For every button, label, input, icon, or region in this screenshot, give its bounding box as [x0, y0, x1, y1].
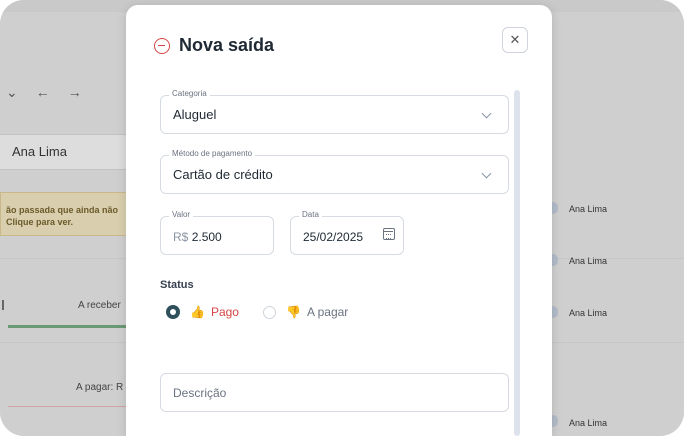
data-label: Data [299, 210, 322, 219]
metodo-pagamento-select[interactable]: Método de pagamento Cartão de crédito [160, 149, 509, 194]
descricao-input[interactable]: Descrição [160, 373, 509, 412]
warning-line-1: ão passada que ainda não [6, 205, 119, 215]
thumbs-up-icon: 👍 [190, 305, 205, 319]
minus-circle-icon [154, 37, 170, 54]
descricao-placeholder: Descrição [173, 386, 227, 400]
valor-input[interactable]: Valor R$ 2.500 [160, 210, 274, 255]
chevron-down-icon [481, 168, 492, 179]
person-name: Ana Lima [12, 144, 67, 159]
categoria-label: Categoria [169, 89, 210, 98]
thumbs-down-icon: 👎 [285, 305, 301, 319]
radio-pago[interactable] [166, 305, 180, 319]
metodo-label: Método de pagamento [169, 149, 256, 158]
warning-banner[interactable]: ão passada que ainda não Clique para ver… [0, 192, 128, 236]
receber-label: A receber [78, 300, 121, 311]
status-radio-group: 👍 Pago 👎 A pagar [166, 305, 348, 319]
warning-line-2: Clique para ver. [6, 217, 74, 227]
arrow-left-icon[interactable]: ← [36, 84, 50, 101]
side-person-name: Ana Lima [569, 308, 608, 318]
valor-label: Valor [169, 210, 194, 219]
new-expense-modal: Nova saída ✕ Categoria Aluguel Método de… [126, 5, 552, 436]
scrollbar[interactable] [514, 90, 520, 436]
side-person-name: Ana Lima [569, 256, 608, 266]
valor-value: R$ 2.500 [173, 230, 222, 244]
nav-arrows: ⌄ ← → [6, 84, 82, 101]
data-value: 25/02/2025 [303, 230, 364, 244]
side-person-name: Ana Lima [569, 204, 608, 214]
modal-title: Nova saída [179, 35, 275, 55]
person-selector[interactable]: Ana Lima [0, 134, 128, 170]
valor-amount: 2.500 [191, 230, 222, 244]
data-input[interactable]: Data 25/02/2025 [290, 210, 404, 255]
a-pagar-label[interactable]: A pagar [307, 305, 348, 319]
side-person-name: Ana Lima [569, 418, 608, 428]
metodo-value: Cartão de crédito [173, 167, 273, 182]
status-label: Status [160, 279, 194, 291]
pagar-label: A pagar: R [76, 382, 124, 393]
close-button[interactable]: ✕ [502, 27, 528, 53]
pagar-progress-bar [8, 406, 128, 407]
close-icon: ✕ [509, 32, 521, 47]
arrow-right-icon[interactable]: → [68, 84, 82, 101]
chevron-down-icon [481, 108, 492, 119]
modal-header: Nova saída [154, 35, 274, 56]
pago-label[interactable]: Pago [211, 305, 239, 319]
radio-a-pagar[interactable] [262, 305, 276, 319]
currency-prefix: R$ [173, 230, 189, 244]
receber-progress-bar [8, 325, 128, 328]
app-frame: ⌄ ← → Ana Lima ão passada que ainda não … [0, 0, 684, 436]
categoria-value: Aluguel [173, 107, 217, 122]
tick-mark [2, 300, 4, 310]
calendar-icon[interactable] [383, 228, 395, 240]
chevron-down-icon[interactable]: ⌄ [6, 84, 18, 101]
categoria-select[interactable]: Categoria Aluguel [160, 89, 509, 134]
